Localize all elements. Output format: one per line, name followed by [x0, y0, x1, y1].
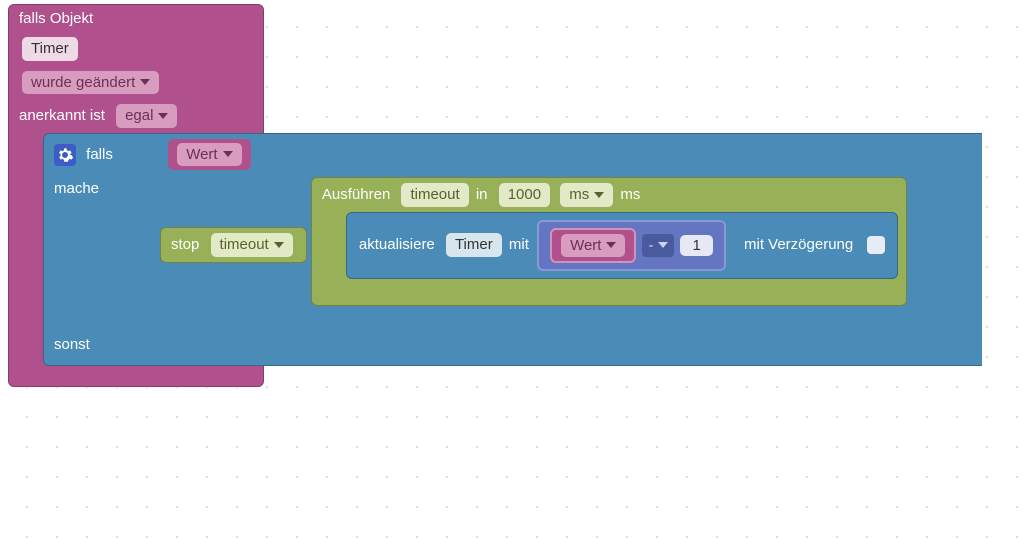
- with-delay-label: mit Verzögerung: [744, 236, 853, 253]
- ack-dropdown[interactable]: egal: [116, 104, 177, 128]
- exec-unit-dropdown[interactable]: ms: [560, 183, 613, 207]
- with-delay-checkbox[interactable]: [867, 236, 885, 254]
- update-block[interactable]: aktualisiere Timer mit Wert -: [346, 212, 899, 280]
- update-label: aktualisiere: [359, 236, 435, 253]
- trigger-dropdown[interactable]: wurde geändert: [22, 71, 159, 95]
- event-block[interactable]: falls Objekt Timer wurde geändert anerka…: [8, 4, 264, 387]
- condition-value-block[interactable]: Wert: [168, 139, 250, 171]
- object-field[interactable]: Timer: [22, 37, 78, 61]
- exec-label: Ausführen: [322, 186, 390, 203]
- exec-in-label: in: [476, 186, 488, 203]
- exec-delay-field[interactable]: 1000: [499, 183, 550, 207]
- condition-value-dropdown[interactable]: Wert: [177, 143, 241, 167]
- exec-unit-suffix: ms: [620, 186, 640, 203]
- else-label: sonst: [54, 336, 90, 353]
- update-with-label: mit: [509, 236, 529, 253]
- exec-block[interactable]: Ausführen timeout in 1000 ms ms aktualis: [311, 177, 908, 306]
- if-label: falls: [86, 146, 113, 163]
- if-block[interactable]: falls Wert mache stop timeout: [43, 133, 982, 367]
- update-target-field[interactable]: Timer: [446, 233, 502, 257]
- expr-right-field[interactable]: 1: [680, 235, 712, 256]
- stop-target-dropdown[interactable]: timeout: [211, 233, 293, 257]
- expr-op-dropdown[interactable]: -: [642, 234, 674, 258]
- event-header: falls Objekt: [9, 5, 263, 32]
- ack-label: anerkannt ist: [19, 107, 105, 124]
- gear-icon[interactable]: [54, 144, 76, 166]
- expression-block[interactable]: Wert - 1: [537, 220, 726, 272]
- stop-label: stop: [171, 236, 199, 253]
- do-label: mache: [44, 175, 160, 202]
- exec-name-field[interactable]: timeout: [401, 183, 468, 207]
- stop-block[interactable]: stop timeout: [160, 227, 307, 263]
- expr-left-dropdown[interactable]: Wert: [561, 234, 625, 258]
- expr-left[interactable]: Wert: [550, 228, 636, 264]
